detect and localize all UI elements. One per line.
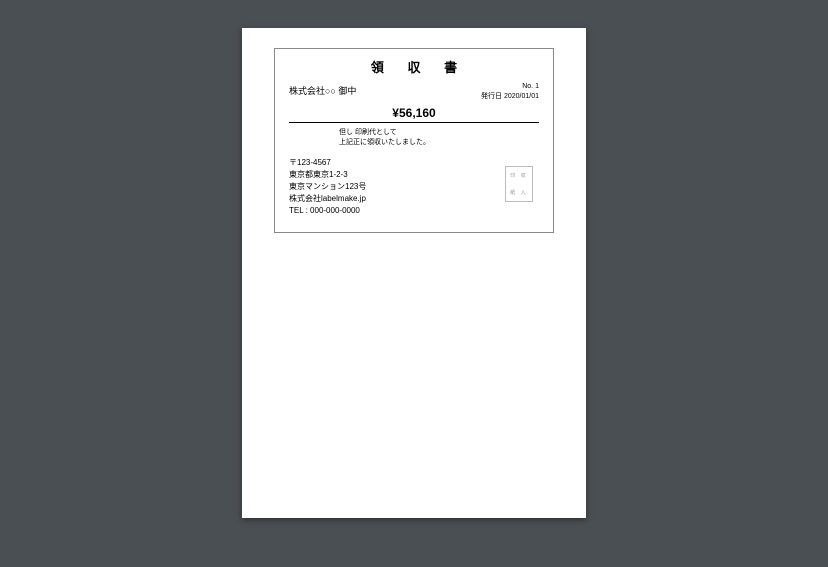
date-label: 発行日 [481,93,502,100]
sender-postal: 〒123-4567 [289,157,539,169]
note-line-1: 但し 印刷代として [339,128,539,139]
issue-date: 発行日2020/01/01 [481,92,539,102]
meta-block: No.1 発行日2020/01/01 [481,82,539,102]
receipt-number: No.1 [481,82,539,92]
date-value: 2020/01/01 [504,93,539,100]
sender-tel: TEL : 000-000-0000 [289,205,539,217]
sender-addr2: 東京マンション123号 [289,181,539,193]
stamp-text-2: 紙 入 [510,189,527,196]
amount-value: ¥56,160 [289,106,539,120]
recipient-name: 株式会社○○ 御中 [289,82,356,97]
receipt-title: 領 収 書 [299,57,539,76]
document-page: 領 収 書 株式会社○○ 御中 No.1 発行日2020/01/01 ¥56,1… [242,28,586,518]
header-row: 株式会社○○ 御中 No.1 発行日2020/01/01 [289,82,539,102]
no-value: 1 [535,83,539,90]
note-block: 但し 印刷代として 上記正に領収いたしました。 [339,128,539,149]
amount-underline [289,122,539,123]
sender-block: 〒123-4567 東京都東京1-2-3 東京マンション123号 株式会社lab… [289,157,539,217]
no-label: No. [522,83,533,90]
stamp-text-1: 印 収 [510,172,527,179]
sender-company: 株式会社labelmake.jp [289,193,539,205]
revenue-stamp-box: 印 収 紙 入 [505,166,533,202]
note-line-2: 上記正に領収いたしました。 [339,138,539,149]
sender-addr1: 東京都東京1-2-3 [289,169,539,181]
receipt-box: 領 収 書 株式会社○○ 御中 No.1 発行日2020/01/01 ¥56,1… [274,48,554,233]
